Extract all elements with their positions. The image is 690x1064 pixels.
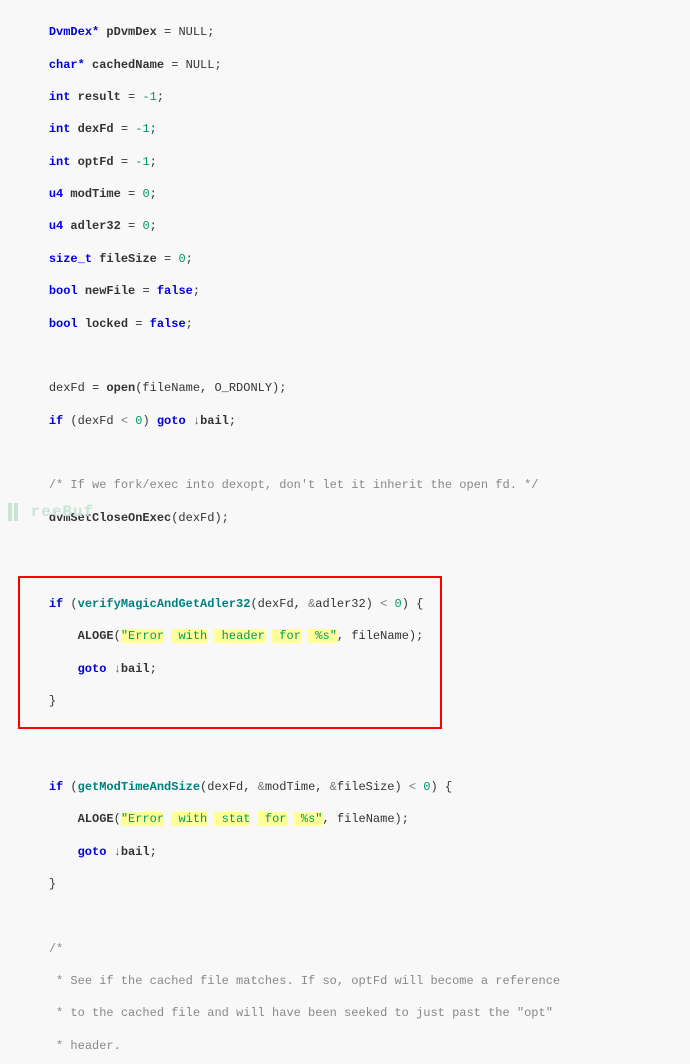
code-line: } — [20, 693, 440, 709]
code-line — [20, 746, 690, 762]
red-highlight-box: if (verifyMagicAndGetAdler32(dexFd, &adl… — [18, 576, 442, 730]
code-line: u4 modTime = 0; — [20, 186, 690, 202]
code-line: bool newFile = false; — [20, 283, 690, 299]
code-line: char* cachedName = NULL; — [20, 57, 690, 73]
code-line: if (getModTimeAndSize(dexFd, &modTime, &… — [20, 779, 690, 795]
code-line: int result = -1; — [20, 89, 690, 105]
code-line: ALOGE("Error with stat for %s", fileName… — [20, 811, 690, 827]
code-line: size_t fileSize = 0; — [20, 251, 690, 267]
comment-line: /* If we fork/exec into dexopt, don't le… — [20, 477, 690, 493]
code-line: goto ↓bail; — [20, 661, 440, 677]
code-snippet: DvmDex* pDvmDex = NULL; char* cachedName… — [20, 8, 690, 1064]
comment-line: * header. — [20, 1038, 690, 1054]
code-line: u4 adler32 = 0; — [20, 218, 690, 234]
code-line: dvmSetCloseOnExec(dexFd); — [20, 510, 690, 526]
code-line: int optFd = -1; — [20, 154, 690, 170]
code-line: dexFd = open(fileName, O_RDONLY); — [20, 380, 690, 396]
code-line: } — [20, 876, 690, 892]
code-line — [20, 908, 690, 924]
code-line — [20, 542, 690, 558]
code-line — [20, 348, 690, 364]
code-line: ALOGE("Error with header for %s", fileNa… — [20, 628, 440, 644]
code-line: bool locked = false; — [20, 316, 690, 332]
comment-line: /* — [20, 941, 690, 957]
code-line: DvmDex* pDvmDex = NULL; — [20, 24, 690, 40]
code-line: if (dexFd < 0) goto ↓bail; — [20, 413, 690, 429]
code-line: goto ↓bail; — [20, 844, 690, 860]
code-line: int dexFd = -1; — [20, 121, 690, 137]
code-line: if (verifyMagicAndGetAdler32(dexFd, &adl… — [20, 596, 440, 612]
code-line — [20, 445, 690, 461]
comment-line: * See if the cached file matches. If so,… — [20, 973, 690, 989]
comment-line: * to the cached file and will have been … — [20, 1005, 690, 1021]
